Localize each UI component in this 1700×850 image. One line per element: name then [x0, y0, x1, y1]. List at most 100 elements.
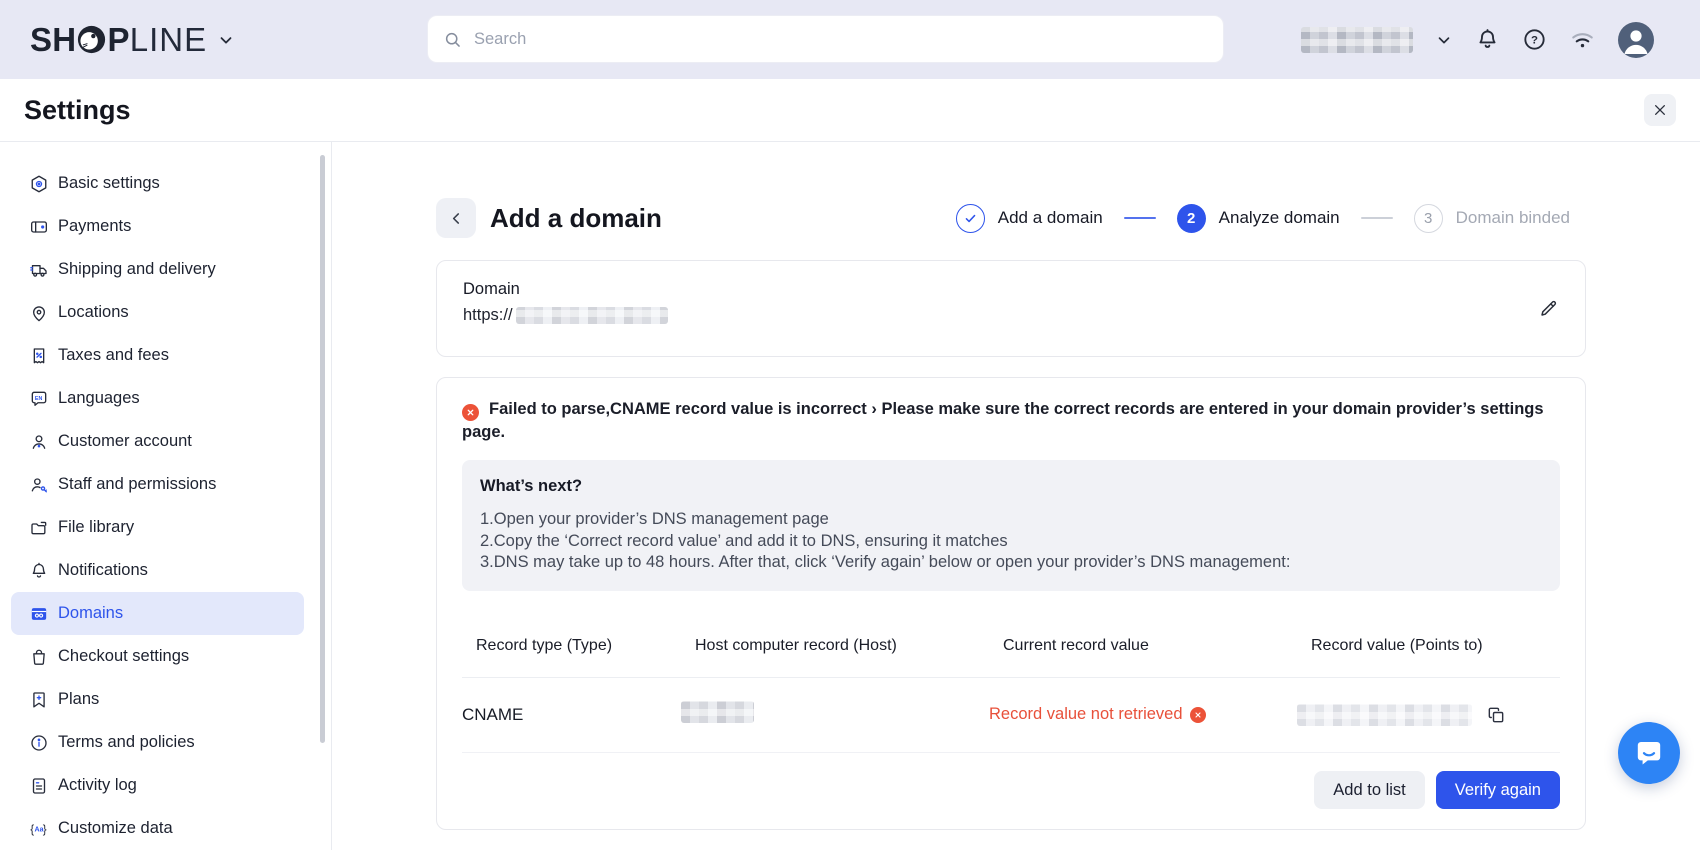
sidebar-item-label: Basic settings	[58, 174, 160, 193]
stepper-connector-done	[1124, 217, 1156, 219]
record-status-text: Record value not retrieved	[989, 705, 1183, 724]
column-header: Record type (Type)	[476, 637, 695, 677]
verify-again-button[interactable]: Verify again	[1436, 771, 1560, 809]
page-title: Settings	[24, 95, 131, 126]
payments-icon	[29, 217, 49, 237]
basic-settings-icon	[29, 174, 49, 194]
step2-circle: 2	[1177, 204, 1206, 233]
chat-support-button[interactable]	[1618, 722, 1680, 784]
domains-icon	[29, 604, 49, 624]
sidebar-item-domains[interactable]: Domains	[11, 592, 304, 635]
sidebar-item-label: Taxes and fees	[58, 346, 169, 365]
staff-permissions-icon	[29, 475, 49, 495]
domain-label: Domain	[463, 280, 1559, 299]
search-bar[interactable]	[427, 15, 1224, 63]
sidebar-item-label: Customize data	[58, 819, 173, 838]
sidebar-item-file-library[interactable]: File library	[11, 506, 304, 549]
bell-icon[interactable]	[1475, 27, 1500, 52]
shopline-logo-text: SHPLINE	[30, 21, 207, 59]
settings-panel: Settings Basic settings Payments Shippin…	[0, 79, 1700, 850]
verification-result-card: Failed to parse,CNAME record value is in…	[436, 377, 1586, 830]
domain-value: https://	[463, 306, 1559, 325]
svg-text:?: ?	[1531, 35, 1538, 47]
sidebar-item-label: Languages	[58, 389, 140, 408]
store-name-redacted	[1301, 27, 1413, 53]
activity-log-icon	[29, 776, 49, 796]
sidebar-item-activity-log[interactable]: Activity log	[11, 764, 304, 807]
shopline-logo[interactable]: SHPLINE	[30, 0, 235, 79]
search-input[interactable]	[472, 29, 1208, 50]
edit-domain-icon[interactable]	[1538, 298, 1559, 319]
chat-bubble-icon	[1633, 737, 1665, 769]
sidebar-item-staff-permissions[interactable]: Staff and permissions	[11, 463, 304, 506]
sidebar-item-customer-account[interactable]: Customer account	[11, 420, 304, 463]
column-header: Current record value	[1003, 637, 1311, 677]
sidebar-item-label: Locations	[58, 303, 129, 322]
plans-icon	[29, 690, 49, 710]
step1-check-icon	[956, 204, 985, 233]
sidebar-item-taxes[interactable]: Taxes and fees	[11, 334, 304, 377]
sidebar-item-checkout-settings[interactable]: Checkout settings	[11, 635, 304, 678]
host-record-redacted	[681, 701, 754, 723]
checkout-settings-icon	[29, 647, 49, 667]
help-icon[interactable]: ?	[1522, 27, 1547, 52]
whats-next-title: What’s next?	[480, 477, 1542, 496]
sidebar-item-notifications[interactable]: Notifications	[11, 549, 304, 592]
sidebar-item-label: Payments	[58, 217, 131, 236]
stepper-connector-pending	[1361, 217, 1393, 219]
page-head: Add a domain Add a domain 2 Analyze doma…	[436, 198, 1586, 238]
step3-circle: 3	[1414, 204, 1443, 233]
sidebar-item-label: Shipping and delivery	[58, 260, 216, 279]
back-button[interactable]	[436, 198, 476, 238]
close-icon	[1652, 102, 1668, 118]
column-header: Record value (Points to)	[1311, 637, 1560, 677]
sidebar-item-customize-data[interactable]: {}Aa Customize data	[11, 807, 304, 850]
settings-sidebar: Basic settings Payments Shipping and del…	[0, 142, 332, 850]
whats-next-step: 2.Copy the ‘Correct record value’ and ad…	[480, 531, 1542, 553]
step1-label: Add a domain	[998, 208, 1103, 228]
locations-icon	[29, 303, 49, 323]
action-buttons: Add to list Verify again	[462, 771, 1560, 809]
record-type-cell: CNAME	[462, 705, 681, 725]
main-content: Add a domain Add a domain 2 Analyze doma…	[332, 142, 1700, 850]
wifi-icon[interactable]	[1569, 26, 1596, 53]
sidebar-item-plans[interactable]: Plans	[11, 678, 304, 721]
domain-card: Domain https://	[436, 260, 1586, 357]
copy-icon[interactable]	[1486, 705, 1506, 725]
avatar-icon[interactable]	[1618, 22, 1654, 58]
sidebar-item-shipping[interactable]: Shipping and delivery	[11, 248, 304, 291]
sidebar-item-basic-settings[interactable]: Basic settings	[11, 162, 304, 205]
sidebar-item-label: Activity log	[58, 776, 137, 795]
sidebar-item-label: Notifications	[58, 561, 148, 580]
dns-table-header: Record type (Type) Host computer record …	[462, 637, 1560, 678]
host-record-cell	[681, 701, 989, 728]
terms-policies-icon	[29, 733, 49, 753]
sidebar-item-payments[interactable]: Payments	[11, 205, 304, 248]
customer-account-icon	[29, 432, 49, 452]
close-button[interactable]	[1644, 94, 1676, 126]
settings-header: Settings	[0, 79, 1700, 142]
add-to-list-button[interactable]: Add to list	[1314, 771, 1424, 809]
sidebar-item-label: Plans	[58, 690, 99, 709]
whats-next-step: 3.DNS may take up to 48 hours. After tha…	[480, 552, 1542, 574]
languages-icon: EN	[29, 389, 49, 409]
sidebar-item-terms-policies[interactable]: Terms and policies	[11, 721, 304, 764]
dns-table-row: CNAME Record value not retrieved	[462, 678, 1560, 753]
sidebar-item-languages[interactable]: EN Languages	[11, 377, 304, 420]
logo-chevron-down-icon[interactable]	[217, 31, 235, 49]
file-library-icon	[29, 518, 49, 538]
customize-data-icon: {}Aa	[29, 819, 49, 839]
notifications-icon	[29, 561, 49, 581]
step3-label: Domain binded	[1456, 208, 1570, 228]
step2-label: Analyze domain	[1219, 208, 1340, 228]
status-error-icon	[1190, 707, 1206, 723]
store-chevron-down-icon[interactable]	[1435, 31, 1453, 49]
shipping-icon	[29, 260, 49, 280]
search-icon	[443, 30, 462, 49]
topbar-right-cluster: ?	[1301, 0, 1654, 79]
add-domain-title: Add a domain	[490, 203, 662, 234]
svg-text:Aa: Aa	[35, 825, 44, 833]
shopline-admin: { "colors": { "topbar_bg": "#e7e8f4", "p…	[0, 0, 1700, 850]
sidebar-item-locations[interactable]: Locations	[11, 291, 304, 334]
sidebar-item-label: Customer account	[58, 432, 192, 451]
